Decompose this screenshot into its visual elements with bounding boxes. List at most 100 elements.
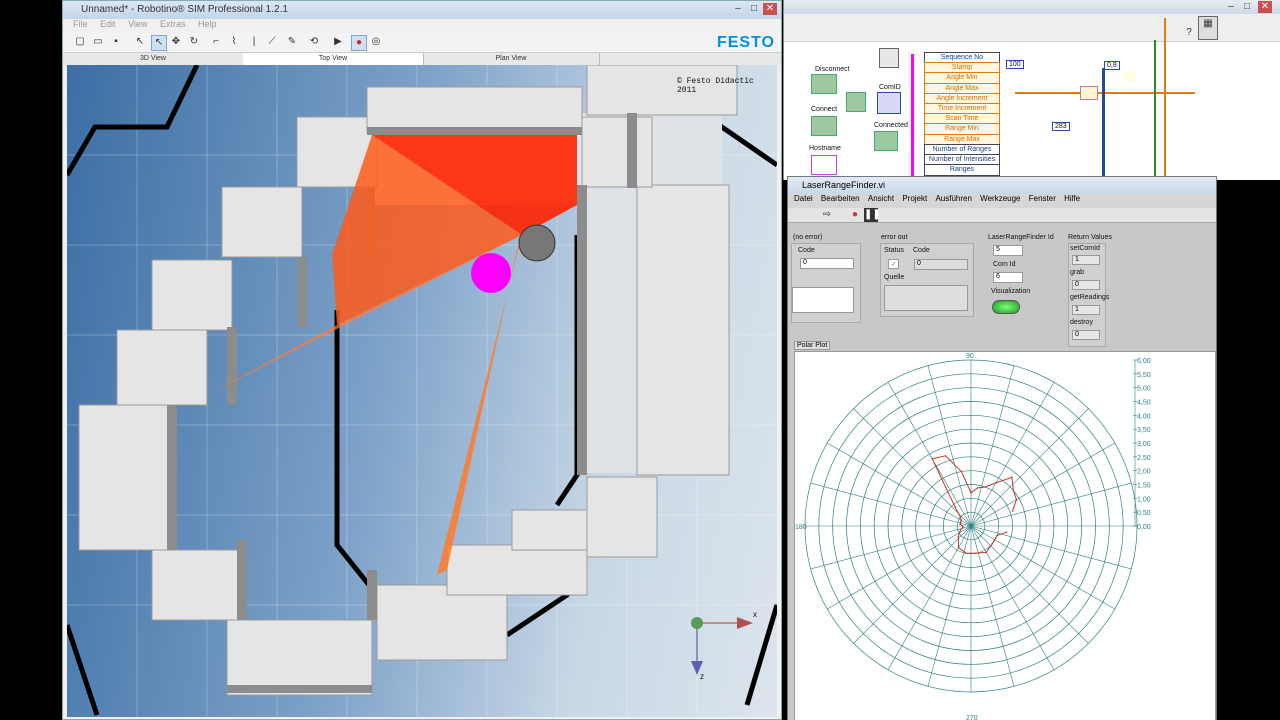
polar-spoke [970,525,1015,687]
connected-node[interactable] [874,131,898,151]
fp-menu-bar: Datei Bearbeiten Ansicht Projekt Ausführ… [788,194,1216,208]
menu-view[interactable]: View [128,19,147,29]
top-view-canvas[interactable]: x z © Festo Didactic 2011 [67,65,777,717]
angle-label-90: 90 [966,353,974,360]
close-icon[interactable]: ✕ [763,3,777,15]
tab-top-view[interactable]: Top View [243,53,424,65]
polar-plot-svg: 0,00 0,50 1,00 1,50 2,00 2,50 3,00 3,50 4,00 4,50… [795,353,1151,720]
fp-menu-werkzeuge[interactable]: Werkzeuge [980,194,1020,203]
vi-node-icon [879,48,899,68]
disconnect-node[interactable] [811,74,837,94]
radial-tick-label: 4,50 [1137,400,1151,407]
reset-icon[interactable]: ⟲ [307,35,321,49]
wire-blue [1102,68,1105,180]
select-icon[interactable]: ↖ [151,35,167,51]
bd-maximize-icon[interactable]: □ [1240,1,1254,13]
bd-close-icon[interactable]: ✕ [1258,1,1272,13]
record-icon[interactable]: ● [351,35,367,51]
constant-283[interactable]: 283 [1052,122,1070,131]
polar-spoke [887,382,972,527]
fp-title-bar: LaserRangeFinder.vi [788,177,1216,194]
polar-spoke [810,525,972,570]
wall-icon[interactable]: ⌐ [209,35,223,49]
measure-icon[interactable]: ⟋ [265,35,279,49]
hostname-node[interactable] [811,155,837,175]
help-icon[interactable]: ? [1182,26,1196,40]
wire-orange [1015,92,1195,94]
sim-menu-bar: File Edit View Extras Help [63,19,781,33]
com-id-input[interactable]: 6 [993,272,1023,283]
play-icon[interactable]: ▶ [331,35,345,49]
wire-green [1154,40,1156,180]
polar-spoke [970,382,1055,527]
code-input[interactable]: 0 [800,258,854,269]
radial-tick-label: 5,00 [1137,386,1151,393]
radial-tick-label: 4,00 [1137,413,1151,420]
open-folder-icon[interactable]: ▭ [91,35,105,49]
fp-menu-ansicht[interactable]: Ansicht [868,194,894,203]
target-ball[interactable] [471,253,511,293]
fp-menu-bearbeiten[interactable]: Bearbeiten [821,194,860,203]
polar-data-point [944,455,947,457]
pan-icon[interactable]: ✥ [169,35,183,49]
polar-plot-tab[interactable]: Polar Plot [794,341,831,350]
abort-icon[interactable]: ● [848,208,862,222]
polar-data-point [954,506,956,508]
tab-plan-view[interactable]: Plan View [423,53,600,65]
menu-edit[interactable]: Edit [100,19,116,29]
connect-node[interactable] [811,116,837,136]
menu-extras[interactable]: Extras [160,19,186,29]
com-id-label: Com Id [993,261,1016,268]
code-output: 0 [914,259,968,270]
lrf-id-input[interactable]: 5 [993,245,1023,256]
polar-plot[interactable]: 0,00 0,50 1,00 1,50 2,00 2,50 3,00 3,50 4,00 4,50… [794,351,1216,720]
error-in-label: (no error) [793,234,823,241]
minimize-icon[interactable]: – [731,3,745,15]
rotate-icon[interactable]: ↻ [187,35,201,49]
sim-window-title: Unnamed* - Robotino® SIM Professional 1.… [81,4,288,15]
math-node [1080,86,1098,100]
polar-data-point [957,546,960,549]
comid-node[interactable] [877,92,901,114]
polar-data-point [931,458,934,460]
radial-tick-label: 6,00 [1137,358,1151,365]
radial-tick-label: 1,00 [1137,496,1151,503]
fp-menu-datei[interactable]: Datei [794,194,813,203]
bd-hostname-label: Hostname [809,145,841,152]
tab-3d-view[interactable]: 3D View [63,53,244,65]
source-input[interactable] [792,287,854,313]
axis-x-label: x [753,610,757,619]
fp-menu-projekt[interactable]: Projekt [902,194,927,203]
bd-comid-label: ComID [879,84,901,91]
tool-icon[interactable]: ⌇ [227,35,241,49]
status-label: Status [884,247,904,254]
fp-menu-ausfuehren[interactable]: Ausführen [935,194,971,203]
bd-connect-label: Connect [811,106,838,113]
constant-08[interactable]: 0,8 [1104,61,1120,70]
sim-toolbar: ▢ ▭ ▪ ↖ ↖ ✥ ↻ ⌐ ⌇ | ⟋ ✎ ⟲ ▶ ● ◎ FESTO [63,33,781,53]
polar-spoke [853,408,972,527]
constant-100[interactable]: 100 [1006,60,1024,69]
visualization-toggle[interactable] [992,300,1020,314]
fp-menu-fenster[interactable]: Fenster [1029,194,1056,203]
bd-minimize-icon[interactable]: – [1224,1,1238,13]
line-icon[interactable]: | [247,35,261,49]
run-arrow-icon[interactable]: ⇨ [820,208,834,222]
menu-help[interactable]: Help [198,19,217,29]
pause-icon[interactable]: ❚❚ [864,208,881,222]
polar-data-point [1012,489,1015,492]
fp-window-title: LaserRangeFinder.vi [802,180,886,190]
menu-file[interactable]: File [73,19,88,29]
camera-icon[interactable]: ◎ [369,35,383,49]
polar-spoke [827,442,972,527]
fp-menu-hilfe[interactable]: Hilfe [1064,194,1080,203]
bd-title-bar: – □ ✕ [784,0,1280,14]
maximize-icon[interactable]: □ [747,3,761,15]
pointer-icon[interactable]: ↖ [133,35,147,49]
save-icon[interactable]: ▪ [109,35,123,49]
new-file-icon[interactable]: ▢ [73,35,87,49]
bd-disconnect-label: Disconnect [815,66,850,73]
pin-icon[interactable]: ✎ [285,35,299,49]
return-values-label: Return Values [1068,234,1112,241]
vi-icon: ▦ [1198,16,1218,40]
